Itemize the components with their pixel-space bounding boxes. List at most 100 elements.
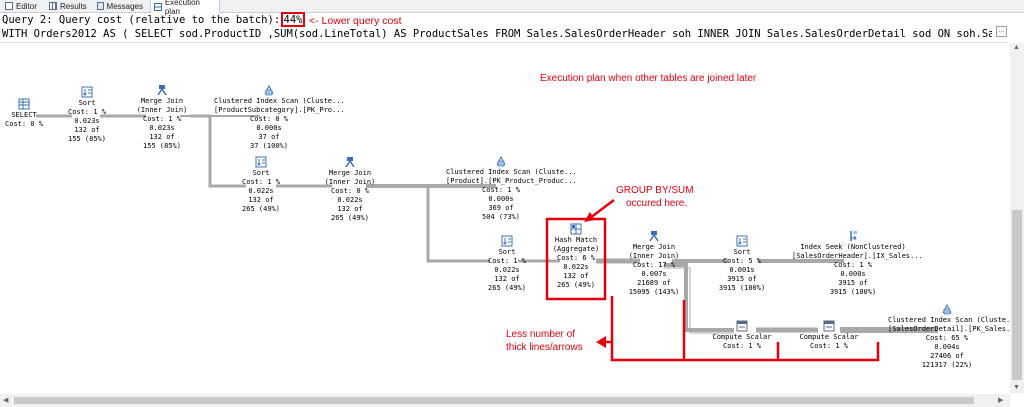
node-line: Cost: 17 %: [632, 261, 676, 269]
node-line: Index Seek (NonClustered): [800, 243, 906, 251]
scroll-left-icon[interactable]: ◀: [3, 396, 8, 404]
query-sql-text: WITH Orders2012 AS ( SELECT sod.ProductI…: [2, 28, 992, 40]
plan-node-index-seek[interactable]: Index Seek (NonClustered) [SalesOrderHea…: [792, 230, 923, 297]
node-line: 0.022s: [494, 266, 520, 274]
index-seek-icon: [847, 230, 859, 242]
vertical-scroll-thumb[interactable]: [1012, 210, 1022, 380]
plan-node-hash-match[interactable]: Hash Match (Aggregate) Cost: 6 % 0.022s …: [549, 223, 603, 290]
expand-query-button[interactable]: …: [996, 26, 1007, 37]
node-line: Hash Match: [554, 236, 598, 244]
node-line: 0.023s: [74, 117, 100, 125]
plan-node-sort-2[interactable]: Sort Cost: 1 % 0.022s 132 of 265 (49%): [236, 156, 286, 214]
node-line: 3915 of: [727, 275, 757, 283]
tab-label: Messages: [106, 1, 143, 11]
node-line: 155 (85%): [143, 142, 181, 150]
node-line: 265 (49%): [331, 214, 369, 222]
tab-label: Editor: [16, 1, 37, 11]
node-line: 0.000s: [840, 270, 866, 278]
node-line: 0.022s: [337, 196, 363, 204]
node-line: Clustered Index Scan (Cluste...: [446, 168, 577, 176]
plan-node-cis-product[interactable]: Clustered Index Scan (Cluste... [Product…: [446, 155, 577, 222]
messages-icon: [97, 2, 104, 10]
node-line: Cost: 6 %: [557, 254, 595, 262]
node-line: Compute Scalar: [799, 333, 859, 341]
plan-node-compute-scalar-1[interactable]: Compute Scalar Cost: 1 %: [711, 320, 773, 351]
tab-editor[interactable]: Editor: [2, 0, 42, 12]
plan-node-merge-join-1[interactable]: Merge Join (Inner Join) Cost: 1 % 0.023s…: [134, 84, 190, 151]
tab-execution-plan[interactable]: Execution plan: [150, 0, 220, 16]
node-line: Cost: 0 %: [250, 115, 288, 123]
select-icon: [18, 98, 30, 110]
node-line: 132 of: [248, 196, 274, 204]
plan-node-sort-1[interactable]: Sort Cost: 1 % 0.023s 132 of 155 (85%): [62, 86, 112, 144]
compute-scalar-icon: [823, 320, 835, 332]
node-line: 0.004s: [934, 343, 960, 351]
merge-join-icon: [648, 230, 660, 242]
node-line: 0.001s: [729, 266, 755, 274]
plan-node-merge-join-2[interactable]: Merge Join (Inner Join) Cost: 0 % 0.022s…: [322, 156, 378, 223]
plan-node-merge-join-3[interactable]: Merge Join (Inner Join) Cost: 17 % 0.007…: [624, 230, 684, 297]
tab-messages[interactable]: Messages: [94, 0, 146, 12]
scroll-up-icon[interactable]: ▲: [1013, 44, 1020, 51]
node-line: Sort: [78, 99, 96, 107]
node-line: Merge Join: [140, 97, 184, 105]
scroll-down-icon[interactable]: ▼: [1013, 384, 1020, 391]
node-line: 0.000s: [256, 124, 282, 132]
node-line: 15095 (143%): [628, 288, 680, 296]
node-line: Merge Join: [632, 243, 676, 251]
node-line: 132 of: [563, 272, 589, 280]
plan-node-sort-3[interactable]: Sort Cost: 1 % 0.022s 132 of 265 (49%): [482, 235, 532, 293]
node-line: (Inner Join): [136, 106, 188, 114]
node-line: 3915 (100%): [829, 288, 877, 296]
node-line: 121317 (22%): [921, 361, 973, 369]
node-line: Cost: 1 %: [723, 342, 761, 350]
sort-icon: [501, 235, 513, 247]
node-line: 155 (85%): [68, 135, 106, 143]
node-line: 265 (49%): [488, 284, 526, 292]
node-line: 132 of: [337, 205, 363, 213]
editor-icon: [5, 2, 13, 10]
node-line: 265 (49%): [242, 205, 280, 213]
node-line: [SalesOrderHeader].[IX_Sales...: [792, 252, 923, 260]
groupby-arrow: [589, 199, 615, 219]
node-line: Cost: 65 %: [925, 334, 969, 342]
plan-node-compute-scalar-2[interactable]: Compute Scalar Cost: 1 %: [798, 320, 860, 351]
merge-join-icon: [156, 84, 168, 96]
node-line: 3915 (100%): [718, 284, 766, 292]
scroll-right-icon[interactable]: ▶: [998, 396, 1003, 404]
node-line: 37 of: [258, 133, 280, 141]
clustered-index-scan-icon: [495, 155, 507, 167]
node-line: Compute Scalar: [712, 333, 772, 341]
node-line: Merge Join: [328, 169, 372, 177]
node-line: Cost: 0 %: [331, 187, 369, 195]
node-line: 369 of: [488, 204, 514, 212]
node-line: 0.000s: [488, 195, 514, 203]
node-line: (Inner Join): [628, 252, 680, 260]
node-line: Cost: 1 %: [488, 257, 526, 265]
node-line: Cost: 1 %: [810, 342, 848, 350]
node-line: 132 of: [74, 126, 100, 134]
plan-node-select[interactable]: SELECT Cost: 0 %: [4, 98, 44, 129]
node-line: Clustered Index Scan (Cluste...: [888, 316, 1019, 324]
node-line: 0.022s: [563, 263, 589, 271]
horizontal-scroll-thumb[interactable]: [14, 397, 974, 404]
sort-icon: [81, 86, 93, 98]
compute-scalar-icon: [736, 320, 748, 332]
node-line: 3915 of: [838, 279, 868, 287]
merge-join-icon: [344, 156, 356, 168]
node-line: Sort: [498, 248, 516, 256]
plan-node-cis-salesorderdetail[interactable]: Clustered Index Scan (Cluste... [SalesOr…: [888, 303, 1019, 370]
node-line: Cost: 5 %: [723, 257, 761, 265]
tab-results[interactable]: Results: [46, 0, 90, 12]
plan-node-sort-4[interactable]: Sort Cost: 5 % 0.001s 3915 of 3915 (100%…: [716, 235, 768, 293]
results-grid-icon: [49, 2, 57, 10]
node-line: Sort: [733, 248, 751, 256]
node-line: 132 of: [494, 275, 520, 283]
plan-node-cis-subcategory[interactable]: Clustered Index Scan (Cluste... [Product…: [214, 84, 345, 151]
node-line: 265 (49%): [557, 281, 595, 289]
node-line: 0.022s: [248, 187, 274, 195]
node-line: 27406 of: [930, 352, 964, 360]
node-line: Cost: 1 %: [834, 261, 872, 269]
clustered-index-scan-icon: [941, 303, 953, 315]
node-line: [Product].[PK_Product_Produc...: [446, 177, 577, 185]
